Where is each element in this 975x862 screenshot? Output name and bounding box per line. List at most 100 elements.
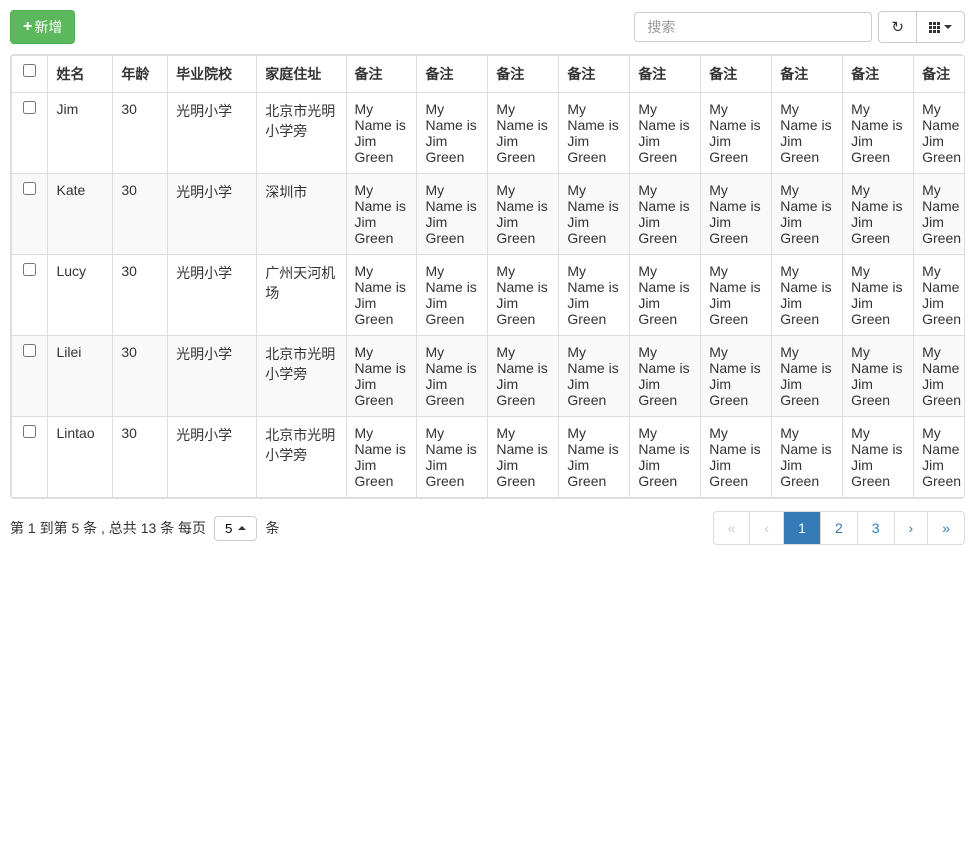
cell-remark: My Name is Jim Green bbox=[488, 93, 559, 174]
row-checkbox[interactable] bbox=[23, 182, 36, 195]
row-checkbox-cell bbox=[12, 174, 48, 255]
page-item: 1 bbox=[784, 512, 821, 544]
cell-remark: My Name is Jim Green bbox=[630, 174, 701, 255]
cell-address: 北京市光明小学旁 bbox=[257, 336, 346, 417]
page-info: 第 1 到第 5 条 , 总共 13 条 每页 5 条 bbox=[10, 516, 279, 541]
cell-age: 30 bbox=[113, 417, 168, 498]
table-container[interactable]: 姓名年龄毕业院校家庭住址备注备注备注备注备注备注备注备注备注备注备注备注备注备注… bbox=[10, 54, 965, 499]
cell-name: Lilei bbox=[48, 336, 113, 417]
cell-school: 光明小学 bbox=[168, 417, 257, 498]
columns-button[interactable] bbox=[916, 11, 965, 43]
cell-remark: My Name is Jim Green bbox=[630, 336, 701, 417]
row-checkbox[interactable] bbox=[23, 344, 36, 357]
cell-remark: My Name is Jim Green bbox=[701, 255, 772, 336]
cell-remark: My Name is Jim Green bbox=[772, 174, 843, 255]
header-name[interactable]: 姓名 bbox=[48, 56, 113, 93]
cell-remark: My Name is Jim Green bbox=[559, 417, 630, 498]
cell-school: 光明小学 bbox=[168, 255, 257, 336]
cell-remark: My Name is Jim Green bbox=[843, 93, 914, 174]
cell-name: Kate bbox=[48, 174, 113, 255]
cell-remark: My Name is Jim Green bbox=[914, 93, 965, 174]
table-head: 姓名年龄毕业院校家庭住址备注备注备注备注备注备注备注备注备注备注备注备注备注备注… bbox=[12, 56, 966, 93]
table-row[interactable]: Lilei30光明小学北京市光明小学旁My Name is Jim GreenM… bbox=[12, 336, 966, 417]
cell-remark: My Name is Jim Green bbox=[488, 174, 559, 255]
page-item: 3 bbox=[858, 512, 895, 544]
row-checkbox-cell bbox=[12, 93, 48, 174]
header-remark[interactable]: 备注 bbox=[772, 56, 843, 93]
cell-remark: My Name is Jim Green bbox=[417, 93, 488, 174]
page-size-value: 5 bbox=[225, 521, 232, 536]
cell-remark: My Name is Jim Green bbox=[914, 417, 965, 498]
header-remark[interactable]: 备注 bbox=[488, 56, 559, 93]
page-item: » bbox=[928, 512, 964, 544]
toolbar-button-group: ↻ bbox=[878, 11, 965, 43]
page-link[interactable]: « bbox=[714, 512, 750, 544]
header-remark[interactable]: 备注 bbox=[630, 56, 701, 93]
cell-remark: My Name is Jim Green bbox=[701, 417, 772, 498]
cell-school: 光明小学 bbox=[168, 336, 257, 417]
page-link[interactable]: ‹ bbox=[750, 512, 783, 544]
page-link[interactable]: » bbox=[928, 512, 964, 544]
page-item: « bbox=[714, 512, 751, 544]
select-all-checkbox[interactable] bbox=[23, 64, 36, 77]
refresh-button[interactable]: ↻ bbox=[878, 11, 917, 43]
row-checkbox[interactable] bbox=[23, 101, 36, 114]
cell-remark: My Name is Jim Green bbox=[488, 336, 559, 417]
table-row[interactable]: Kate30光明小学深圳市My Name is Jim GreenMy Name… bbox=[12, 174, 966, 255]
cell-remark: My Name is Jim Green bbox=[559, 336, 630, 417]
header-remark[interactable]: 备注 bbox=[701, 56, 772, 93]
header-school[interactable]: 毕业院校 bbox=[168, 56, 257, 93]
page-link[interactable]: 2 bbox=[821, 512, 857, 544]
cell-remark: My Name is Jim Green bbox=[346, 417, 417, 498]
table-row[interactable]: Lintao30光明小学北京市光明小学旁My Name is Jim Green… bbox=[12, 417, 966, 498]
cell-remark: My Name is Jim Green bbox=[772, 336, 843, 417]
cell-school: 光明小学 bbox=[168, 174, 257, 255]
row-checkbox[interactable] bbox=[23, 263, 36, 276]
cell-remark: My Name is Jim Green bbox=[346, 174, 417, 255]
page-link[interactable]: › bbox=[895, 512, 928, 544]
cell-address: 北京市光明小学旁 bbox=[257, 417, 346, 498]
cell-remark: My Name is Jim Green bbox=[488, 417, 559, 498]
search-input[interactable] bbox=[634, 12, 872, 42]
cell-remark: My Name is Jim Green bbox=[346, 336, 417, 417]
row-checkbox-cell bbox=[12, 417, 48, 498]
cell-remark: My Name is Jim Green bbox=[559, 93, 630, 174]
table-row[interactable]: Lucy30光明小学广州天河机场My Name is Jim GreenMy N… bbox=[12, 255, 966, 336]
page-link[interactable]: 3 bbox=[858, 512, 894, 544]
table-body: Jim30光明小学北京市光明小学旁My Name is Jim GreenMy … bbox=[12, 93, 966, 498]
cell-school: 光明小学 bbox=[168, 93, 257, 174]
cell-remark: My Name is Jim Green bbox=[346, 93, 417, 174]
table-row[interactable]: Jim30光明小学北京市光明小学旁My Name is Jim GreenMy … bbox=[12, 93, 966, 174]
cell-age: 30 bbox=[113, 336, 168, 417]
header-remark[interactable]: 备注 bbox=[346, 56, 417, 93]
cell-age: 30 bbox=[113, 174, 168, 255]
page-link[interactable]: 1 bbox=[784, 512, 820, 544]
cell-name: Jim bbox=[48, 93, 113, 174]
row-checkbox[interactable] bbox=[23, 425, 36, 438]
cell-name: Lucy bbox=[48, 255, 113, 336]
cell-remark: My Name is Jim Green bbox=[772, 255, 843, 336]
cell-address: 北京市光明小学旁 bbox=[257, 93, 346, 174]
cell-remark: My Name is Jim Green bbox=[914, 255, 965, 336]
header-remark[interactable]: 备注 bbox=[559, 56, 630, 93]
cell-age: 30 bbox=[113, 255, 168, 336]
page-item: 2 bbox=[821, 512, 858, 544]
header-remark[interactable]: 备注 bbox=[843, 56, 914, 93]
data-table: 姓名年龄毕业院校家庭住址备注备注备注备注备注备注备注备注备注备注备注备注备注备注… bbox=[11, 55, 965, 498]
cell-remark: My Name is Jim Green bbox=[417, 336, 488, 417]
page-item: ‹ bbox=[750, 512, 784, 544]
page-info-suffix: 条 bbox=[265, 518, 279, 538]
cell-remark: My Name is Jim Green bbox=[914, 336, 965, 417]
page-size-button[interactable]: 5 bbox=[214, 516, 257, 541]
cell-remark: My Name is Jim Green bbox=[417, 255, 488, 336]
header-address[interactable]: 家庭住址 bbox=[257, 56, 346, 93]
cell-remark: My Name is Jim Green bbox=[630, 93, 701, 174]
cell-remark: My Name is Jim Green bbox=[843, 417, 914, 498]
add-button[interactable]: +新增 bbox=[10, 10, 75, 44]
cell-remark: My Name is Jim Green bbox=[843, 255, 914, 336]
cell-remark: My Name is Jim Green bbox=[701, 174, 772, 255]
header-remark[interactable]: 备注 bbox=[417, 56, 488, 93]
header-age[interactable]: 年龄 bbox=[113, 56, 168, 93]
cell-remark: My Name is Jim Green bbox=[843, 174, 914, 255]
header-remark[interactable]: 备注 bbox=[914, 56, 965, 93]
